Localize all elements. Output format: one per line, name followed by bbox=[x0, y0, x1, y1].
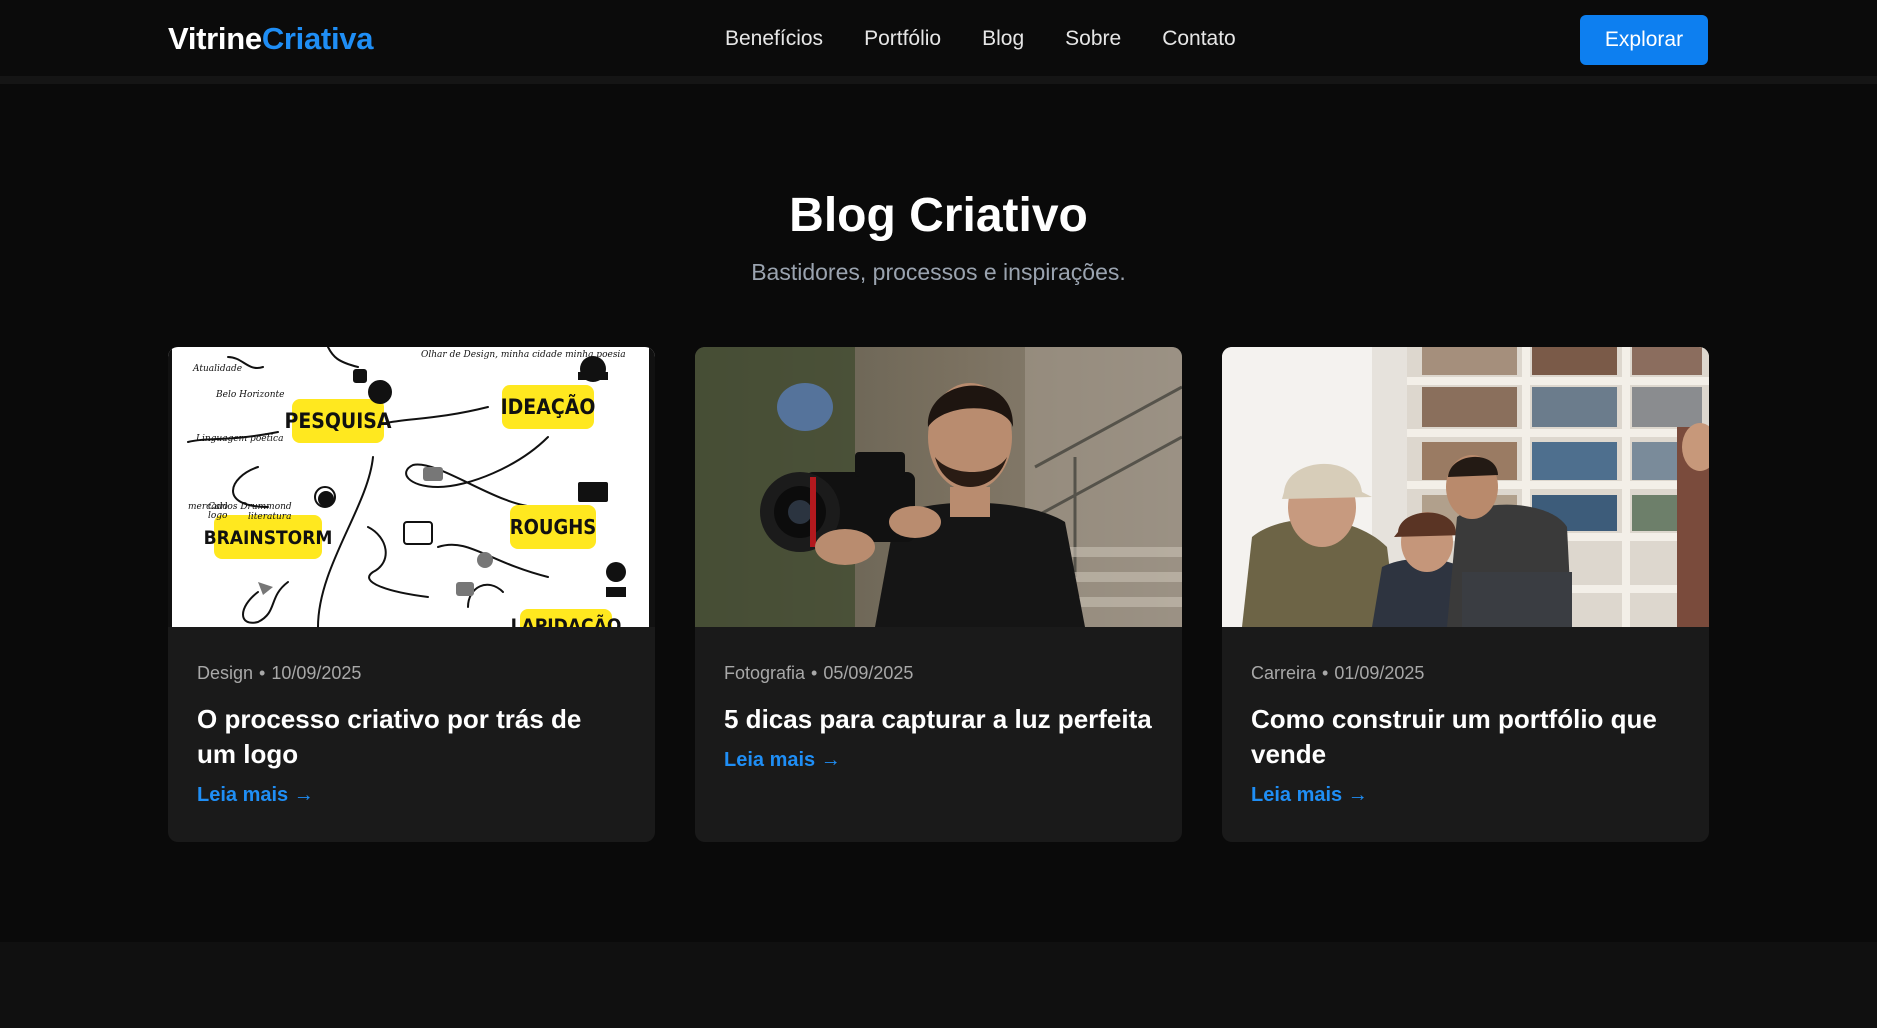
blog-card-light-tips[interactable]: Fotografia • 05/09/2025 5 dicas para captu… bbox=[695, 347, 1182, 842]
photographer-photo bbox=[695, 347, 1182, 627]
post-date: 01/09/2025 bbox=[1334, 663, 1425, 683]
nav-link-portfolio[interactable]: Portfólio bbox=[864, 27, 941, 51]
blog-cards: PESQUISA IDEAÇÃO BRAINSTORM ROUGHS LAPID… bbox=[168, 347, 1709, 842]
meta-separator: • bbox=[259, 663, 266, 683]
mindmap-label-roughs: ROUGHS bbox=[510, 515, 597, 539]
read-more-link[interactable]: Leia mais → bbox=[1251, 784, 1368, 807]
post-title[interactable]: 5 dicas para capturar a luz perfeita bbox=[724, 702, 1153, 737]
mindmap-illustration: PESQUISA IDEAÇÃO BRAINSTORM ROUGHS LAPID… bbox=[168, 347, 655, 627]
meta-separator: • bbox=[811, 663, 818, 683]
read-more-link[interactable]: Leia mais → bbox=[724, 749, 841, 772]
card-image-team[interactable] bbox=[1222, 347, 1709, 627]
mindmap-note-linguagem: Linguagem poética bbox=[195, 433, 283, 444]
post-meta: Design • 10/09/2025 bbox=[197, 663, 626, 684]
mindmap-note-mercado: mercado bbox=[188, 502, 228, 512]
card-body: Carreira • 01/09/2025 Como construir um po… bbox=[1222, 627, 1709, 807]
meta-separator: • bbox=[1322, 663, 1329, 683]
blog-header: Blog Criativo Bastidores, processos e in… bbox=[0, 188, 1877, 286]
post-meta: Fotografia • 05/09/2025 bbox=[724, 663, 1153, 684]
post-title[interactable]: Como construir um portfólio que vende bbox=[1251, 702, 1680, 772]
mindmap-note-atualidade: Atualidade bbox=[192, 364, 242, 374]
card-body: Fotografia • 05/09/2025 5 dicas para captu… bbox=[695, 627, 1182, 772]
mindmap-label-lapidacao: LAPIDAÇÃO bbox=[511, 613, 622, 627]
nav-link-beneficios[interactable]: Benefícios bbox=[725, 27, 823, 51]
blog-card-logo-process[interactable]: PESQUISA IDEAÇÃO BRAINSTORM ROUGHS LAPID… bbox=[168, 347, 655, 842]
blog-card-portfolio[interactable]: Carreira • 01/09/2025 Como construir um po… bbox=[1222, 347, 1709, 842]
mindmap-label-brainstorm: BRAINSTORM bbox=[204, 527, 333, 549]
mindmap-note-belo-horizonte: Belo Horizonte bbox=[215, 390, 284, 400]
nav-link-blog[interactable]: Blog bbox=[982, 27, 1024, 51]
section-title: Blog Criativo bbox=[789, 189, 1088, 242]
section-subtitle: Bastidores, processos e inspirações. bbox=[751, 259, 1126, 285]
mindmap-note-literatura: literatura bbox=[248, 512, 291, 522]
mindmap-note-olhar-design: Olhar de Design, minha cidade minha poes… bbox=[421, 350, 626, 360]
post-date: 05/09/2025 bbox=[823, 663, 914, 683]
nav-link-sobre[interactable]: Sobre bbox=[1065, 27, 1121, 51]
post-category: Carreira bbox=[1251, 663, 1317, 683]
card-image-photographer[interactable] bbox=[695, 347, 1182, 627]
brand-name-part1: Vitrine bbox=[168, 21, 262, 56]
explore-button[interactable]: Explorar bbox=[1580, 15, 1708, 65]
post-category: Design bbox=[197, 663, 254, 683]
card-body: Design • 10/09/2025 O processo criativo po… bbox=[168, 627, 655, 807]
mindmap-label-ideacao: IDEAÇÃO bbox=[501, 394, 596, 419]
footer-band bbox=[0, 942, 1877, 1028]
brand-logo[interactable]: VitrineCriativa bbox=[168, 21, 373, 57]
card-image-mindmap[interactable]: PESQUISA IDEAÇÃO BRAINSTORM ROUGHS LAPID… bbox=[168, 347, 655, 627]
read-more-link[interactable]: Leia mais → bbox=[197, 784, 314, 807]
post-meta: Carreira • 01/09/2025 bbox=[1251, 663, 1680, 684]
post-title[interactable]: O processo criativo por trás de um logo bbox=[197, 702, 626, 772]
main-nav: Benefícios Portfólio Blog Sobre Contato bbox=[725, 27, 1277, 51]
team-photo bbox=[1222, 347, 1709, 627]
mindmap-note-logo: logo bbox=[208, 511, 228, 521]
post-category: Fotografia bbox=[724, 663, 806, 683]
navbar: VitrineCriativa Benefícios Portfólio Blo… bbox=[0, 0, 1877, 84]
post-date: 10/09/2025 bbox=[271, 663, 362, 683]
mindmap-label-pesquisa: PESQUISA bbox=[284, 409, 391, 433]
nav-link-contato[interactable]: Contato bbox=[1162, 27, 1236, 51]
brand-name-part2: Criativa bbox=[261, 21, 374, 56]
